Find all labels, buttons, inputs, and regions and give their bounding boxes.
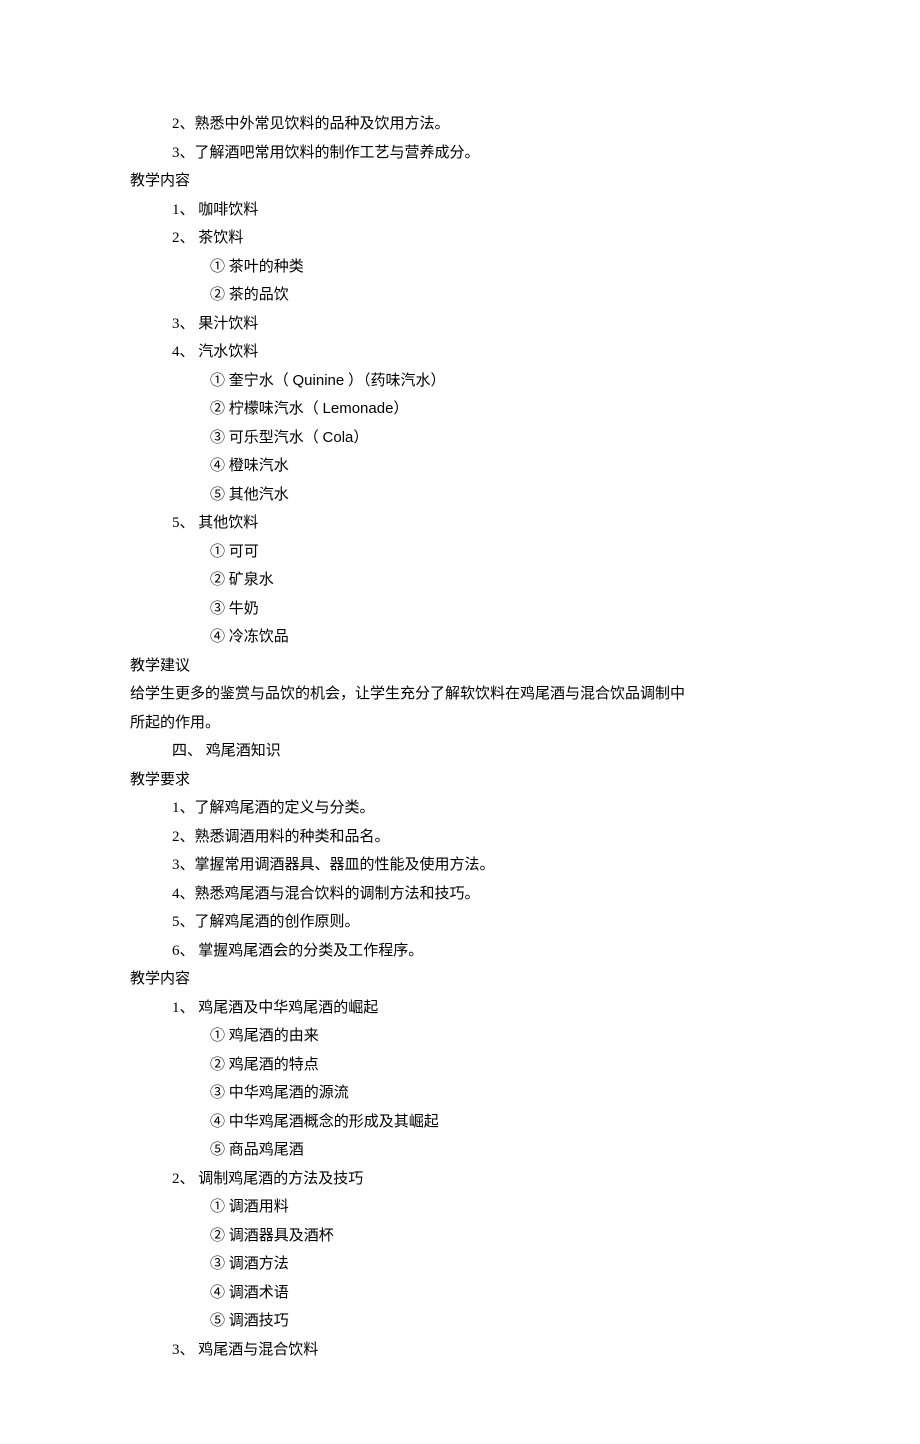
requirement-item-2: 2、熟悉中外常见饮料的品种及饮用方法。 (130, 110, 790, 139)
content1-item-4a: ① 奎宁水（ Quinine ）（药味汽水） (130, 367, 790, 396)
content1-item-4b: ② 柠檬味汽水（ Lemonade） (130, 395, 790, 424)
latin-quinine: Quinine (293, 372, 345, 389)
section4-req-4: 4、熟悉鸡尾酒与混合饮料的调制方法和技巧。 (130, 880, 790, 909)
advice-line-1: 给学生更多的鉴赏与品饮的机会，让学生充分了解软饮料在鸡尾酒与混合饮品调制中 (130, 680, 790, 709)
content2-item-1b: ② 鸡尾酒的特点 (130, 1051, 790, 1080)
section4-req-6: 6、 掌握鸡尾酒会的分类及工作程序。 (130, 937, 790, 966)
content2-item-1a: ① 鸡尾酒的由来 (130, 1022, 790, 1051)
text-post: ） (393, 401, 408, 417)
content1-item-1: 1、 咖啡饮料 (130, 196, 790, 225)
section4-req-2: 2、熟悉调酒用料的种类和品名。 (130, 823, 790, 852)
latin-cola: Cola (323, 429, 354, 446)
content1-item-4e: ⑤ 其他汽水 (130, 481, 790, 510)
content1-item-4: 4、 汽水饮料 (130, 338, 790, 367)
content2-item-2b: ② 调酒器具及酒杯 (130, 1222, 790, 1251)
content1-item-2b: ② 茶的品饮 (130, 281, 790, 310)
content2-item-2a: ① 调酒用料 (130, 1193, 790, 1222)
content1-item-5b: ② 矿泉水 (130, 566, 790, 595)
content1-item-2a: ① 茶叶的种类 (130, 253, 790, 282)
section4-req-3: 3、掌握常用调酒器具、器皿的性能及使用方法。 (130, 851, 790, 880)
content1-item-5d: ④ 冷冻饮品 (130, 623, 790, 652)
text-pre: ③ 可乐型汽水（ (210, 430, 323, 446)
content2-item-3: 3、 鸡尾酒与混合饮料 (130, 1336, 790, 1365)
advice-heading: 教学建议 (130, 652, 790, 681)
content2-item-1: 1、 鸡尾酒及中华鸡尾酒的崛起 (130, 994, 790, 1023)
content2-item-1c: ③ 中华鸡尾酒的源流 (130, 1079, 790, 1108)
section4-req-1: 1、了解鸡尾酒的定义与分类。 (130, 794, 790, 823)
content1-item-2: 2、 茶饮料 (130, 224, 790, 253)
text-pre: ② 柠檬味汽水（ (210, 401, 323, 417)
requirement-item-3: 3、了解酒吧常用饮料的制作工艺与营养成分。 (130, 139, 790, 168)
section-4-title: 四、 鸡尾酒知识 (130, 737, 790, 766)
requirement-heading-2: 教学要求 (130, 766, 790, 795)
content1-item-5c: ③ 牛奶 (130, 595, 790, 624)
content-heading-1: 教学内容 (130, 167, 790, 196)
content1-item-5: 5、 其他饮料 (130, 509, 790, 538)
content2-item-2e: ⑤ 调酒技巧 (130, 1307, 790, 1336)
text-pre: ① 奎宁水（ (210, 373, 293, 389)
text-post: ） (353, 430, 368, 446)
content1-item-5a: ① 可可 (130, 538, 790, 567)
text-post: ）（药味汽水） (344, 373, 445, 389)
content2-item-1e: ⑤ 商品鸡尾酒 (130, 1136, 790, 1165)
content1-item-4c: ③ 可乐型汽水（ Cola） (130, 424, 790, 453)
section4-req-5: 5、了解鸡尾酒的创作原则。 (130, 908, 790, 937)
content1-item-4d: ④ 橙味汽水 (130, 452, 790, 481)
latin-lemonade: Lemonade (323, 400, 394, 417)
content-heading-2: 教学内容 (130, 965, 790, 994)
content2-item-1d: ④ 中华鸡尾酒概念的形成及其崛起 (130, 1108, 790, 1137)
content2-item-2c: ③ 调酒方法 (130, 1250, 790, 1279)
content2-item-2: 2、 调制鸡尾酒的方法及技巧 (130, 1165, 790, 1194)
content1-item-3: 3、 果汁饮料 (130, 310, 790, 339)
advice-line-2: 所起的作用。 (130, 709, 790, 738)
